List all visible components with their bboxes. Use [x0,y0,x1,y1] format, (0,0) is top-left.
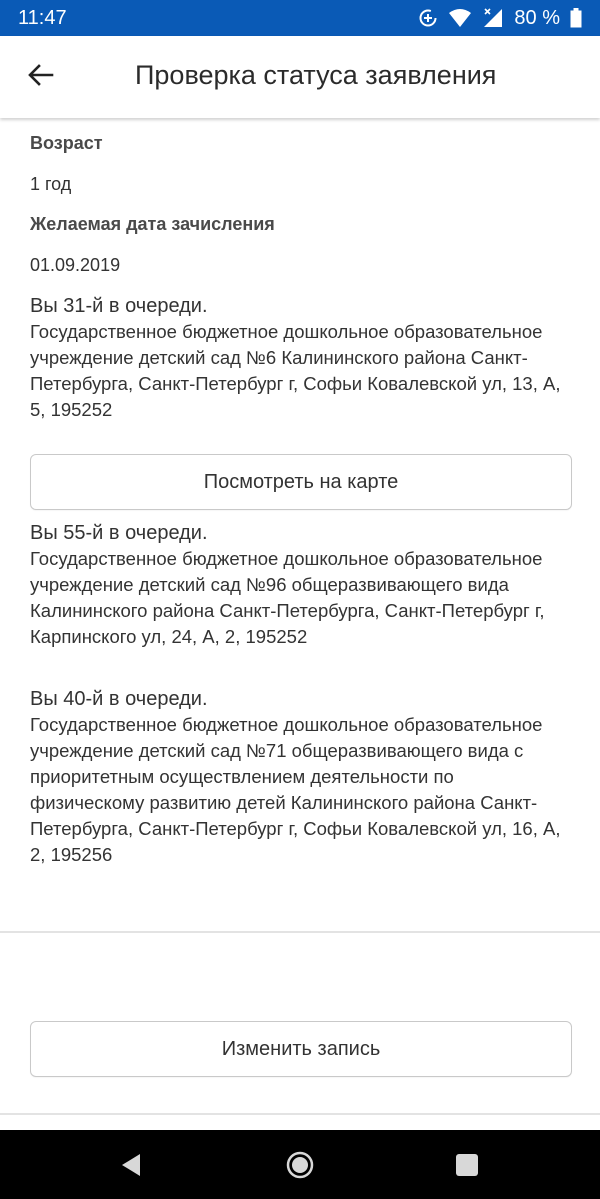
recents-square-icon [452,1154,482,1184]
queue-position: Вы 31-й в очереди. [30,295,208,317]
view-on-map-label: Посмотреть на карте [203,470,399,493]
status-bar: 11:47 80 % [0,0,600,36]
view-on-map-button[interactable]: Посмотреть на карте [30,454,572,510]
status-time: 11:47 [18,6,67,29]
queue-item: Вы 31-й в очереди. Государственное бюдже… [30,293,572,423]
page-title: Проверка статуса заявления [135,60,497,90]
edit-record-button[interactable]: Изменить запись [30,1021,572,1077]
battery-icon [570,8,582,28]
enrollment-date-label: Желаемая дата зачисления [30,214,275,234]
battery-percent: 80 % [514,6,560,29]
queue-position: Вы 40-й в очереди. [30,688,208,710]
edit-record-label: Изменить запись [221,1037,381,1060]
status-icons: 80 % [418,7,582,30]
nav-home-button[interactable] [285,1150,315,1180]
nav-back-button[interactable] [117,1150,147,1180]
home-circle-icon [285,1151,315,1184]
signal-icon [482,7,504,29]
arrow-left-icon [28,63,54,91]
app-bar: Проверка статуса заявления [0,36,600,118]
age-label: Возраст [30,133,103,153]
back-button[interactable] [20,56,62,98]
divider [0,1113,600,1115]
institution-address: Государственное бюджетное дошкольное обр… [30,321,561,420]
back-triangle-icon [117,1154,147,1184]
wifi-icon [448,8,472,28]
age-value: 1 год [30,174,72,194]
queue-item: Вы 40-й в очереди. Государственное бюдже… [30,686,572,868]
nav-recents-button[interactable] [452,1150,482,1180]
institution-address: Государственное бюджетное дошкольное обр… [30,714,561,865]
navigation-bar [0,1130,600,1199]
queue-item: Вы 55-й в очереди. Государственное бюдже… [30,520,572,650]
institution-address: Государственное бюджетное дошкольное обр… [30,548,545,647]
enrollment-date-value: 01.09.2019 [30,255,121,275]
data-saver-icon [418,8,438,28]
queue-position: Вы 55-й в очереди. [30,522,208,544]
application-details: Возраст 1 год Желаемая дата зачисления 0… [0,118,600,1130]
divider [0,931,600,933]
